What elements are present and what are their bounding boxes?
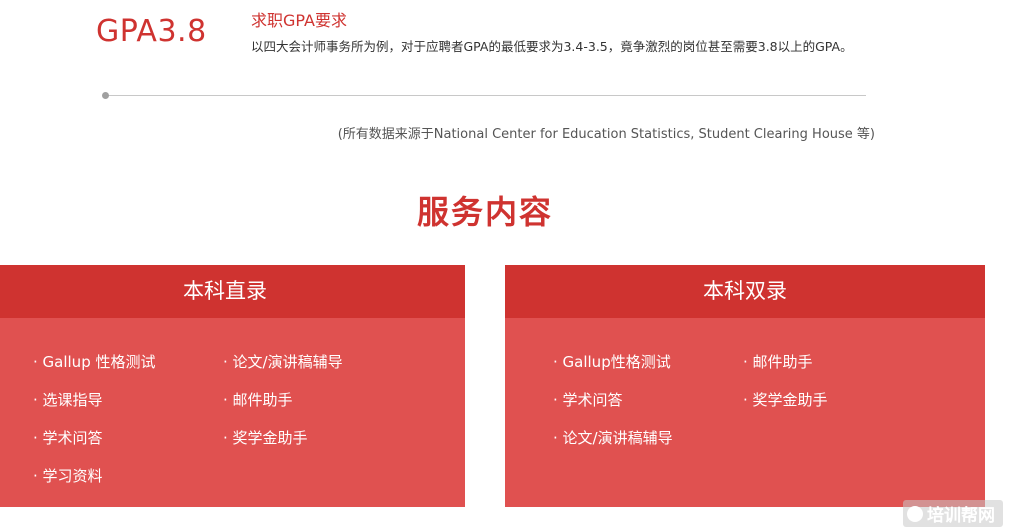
gpa-value: GPA3.8 xyxy=(96,14,207,49)
card-item: · 论文/演讲稿辅导 xyxy=(223,353,343,371)
card-title: 本科直录 xyxy=(0,265,465,318)
gpa-description: 以四大会计师事务所为例，对于应聘者GPA的最低要求为3.4-3.5，竟争激烈的岗… xyxy=(251,39,853,54)
card-item: · Gallup性格测试 xyxy=(553,353,671,371)
gpa-title: 求职GPA要求 xyxy=(251,11,347,30)
watermark: 培训帮网 xyxy=(903,500,1003,527)
card-item: · 学习资料 xyxy=(33,467,103,485)
service-card-undergrad-dual: 本科双录 · Gallup性格测试 · 邮件助手 · 学术问答 · 奖学金助手 … xyxy=(505,265,985,507)
card-item: · 奖学金助手 xyxy=(743,391,828,409)
card-item: · 邮件助手 xyxy=(743,353,813,371)
section-title: 服务内容 xyxy=(416,193,553,231)
card-item: · 学术问答 xyxy=(33,429,103,447)
card-item: · 邮件助手 xyxy=(223,391,293,409)
watermark-logo-icon xyxy=(907,505,923,522)
card-item: · 学术问答 xyxy=(553,391,623,409)
timeline-dot xyxy=(102,92,109,99)
watermark-text: 培训帮网 xyxy=(927,506,995,526)
timeline-line xyxy=(104,95,866,96)
card-item: · 选课指导 xyxy=(33,391,103,409)
card-items: · Gallup性格测试 · 邮件助手 · 学术问答 · 奖学金助手 · 论文/… xyxy=(505,318,985,507)
card-item: · 论文/演讲稿辅导 xyxy=(553,429,673,447)
service-card-undergrad-direct: 本科直录 · Gallup 性格测试 · 论文/演讲稿辅导 · 选课指导 · 邮… xyxy=(0,265,465,507)
card-item: · 奖学金助手 xyxy=(223,429,308,447)
card-title: 本科双录 xyxy=(505,265,985,318)
card-item: · Gallup 性格测试 xyxy=(33,353,156,371)
card-items: · Gallup 性格测试 · 论文/演讲稿辅导 · 选课指导 · 邮件助手 ·… xyxy=(0,318,465,507)
source-note: (所有数据来源于National Center for Education St… xyxy=(337,127,875,142)
